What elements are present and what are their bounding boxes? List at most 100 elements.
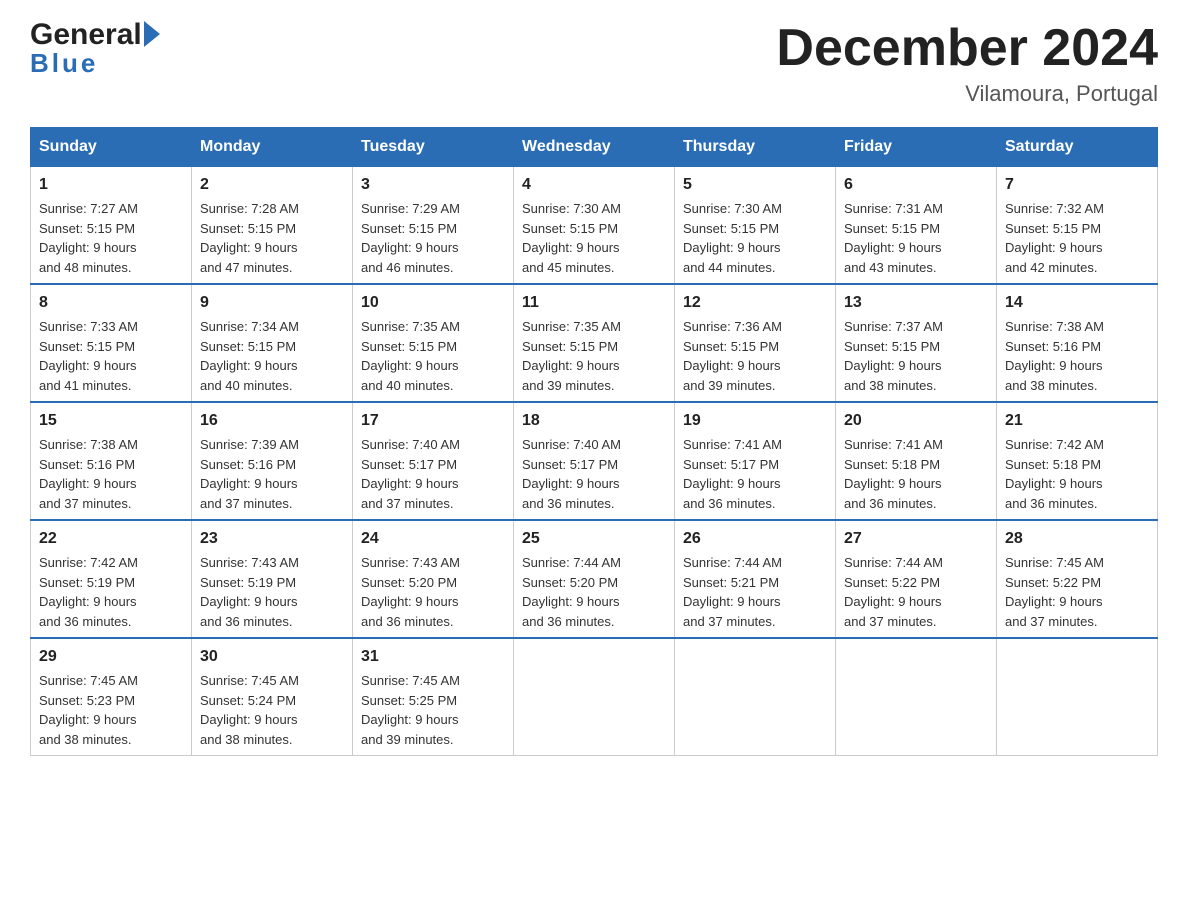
calendar-week-row: 15 Sunrise: 7:38 AM Sunset: 5:16 PM Dayl… [31,402,1158,520]
day-number: 5 [683,173,827,197]
day-number: 12 [683,291,827,315]
day-sunrise: Sunrise: 7:41 AM [844,437,943,452]
calendar-day-cell: 14 Sunrise: 7:38 AM Sunset: 5:16 PM Dayl… [997,284,1158,402]
day-sunrise: Sunrise: 7:42 AM [39,555,138,570]
day-number: 4 [522,173,666,197]
day-number: 9 [200,291,344,315]
page-header: General Blue December 2024 Vilamoura, Po… [30,20,1158,107]
day-daylight-cont: and 36 minutes. [361,614,454,629]
day-daylight: Daylight: 9 hours [1005,358,1103,373]
day-daylight: Daylight: 9 hours [683,240,781,255]
day-sunrise: Sunrise: 7:38 AM [39,437,138,452]
title-section: December 2024 Vilamoura, Portugal [776,20,1158,107]
calendar-day-cell: 28 Sunrise: 7:45 AM Sunset: 5:22 PM Dayl… [997,520,1158,638]
day-daylight-cont: and 36 minutes. [39,614,132,629]
day-number: 31 [361,645,505,669]
day-sunrise: Sunrise: 7:37 AM [844,319,943,334]
day-sunrise: Sunrise: 7:35 AM [522,319,621,334]
day-sunset: Sunset: 5:15 PM [200,339,296,354]
day-sunset: Sunset: 5:15 PM [361,221,457,236]
calendar-day-cell: 24 Sunrise: 7:43 AM Sunset: 5:20 PM Dayl… [353,520,514,638]
day-daylight: Daylight: 9 hours [200,240,298,255]
calendar-day-cell: 12 Sunrise: 7:36 AM Sunset: 5:15 PM Dayl… [675,284,836,402]
calendar-day-cell: 29 Sunrise: 7:45 AM Sunset: 5:23 PM Dayl… [31,638,192,756]
day-daylight: Daylight: 9 hours [844,594,942,609]
logo-arrow-icon [144,21,160,47]
day-daylight-cont: and 36 minutes. [522,614,615,629]
calendar-day-cell [514,638,675,756]
day-number: 22 [39,527,183,551]
day-number: 10 [361,291,505,315]
day-sunrise: Sunrise: 7:39 AM [200,437,299,452]
calendar-header: Sunday Monday Tuesday Wednesday Thursday… [31,128,1158,167]
day-sunset: Sunset: 5:15 PM [522,221,618,236]
day-sunset: Sunset: 5:15 PM [522,339,618,354]
day-sunset: Sunset: 5:23 PM [39,693,135,708]
calendar-week-row: 1 Sunrise: 7:27 AM Sunset: 5:15 PM Dayli… [31,167,1158,285]
calendar-day-cell: 11 Sunrise: 7:35 AM Sunset: 5:15 PM Dayl… [514,284,675,402]
day-sunset: Sunset: 5:17 PM [683,457,779,472]
day-sunset: Sunset: 5:15 PM [683,221,779,236]
day-daylight: Daylight: 9 hours [1005,240,1103,255]
day-sunrise: Sunrise: 7:33 AM [39,319,138,334]
day-daylight: Daylight: 9 hours [1005,476,1103,491]
day-daylight-cont: and 37 minutes. [361,496,454,511]
calendar-body: 1 Sunrise: 7:27 AM Sunset: 5:15 PM Dayli… [31,167,1158,756]
day-daylight-cont: and 36 minutes. [844,496,937,511]
day-daylight: Daylight: 9 hours [522,476,620,491]
day-number: 24 [361,527,505,551]
day-sunset: Sunset: 5:22 PM [1005,575,1101,590]
col-monday: Monday [192,128,353,167]
calendar-day-cell: 7 Sunrise: 7:32 AM Sunset: 5:15 PM Dayli… [997,167,1158,285]
day-daylight: Daylight: 9 hours [39,358,137,373]
logo-row1: General [30,20,160,50]
calendar-day-cell: 31 Sunrise: 7:45 AM Sunset: 5:25 PM Dayl… [353,638,514,756]
day-sunset: Sunset: 5:20 PM [361,575,457,590]
day-sunrise: Sunrise: 7:31 AM [844,201,943,216]
day-daylight-cont: and 46 minutes. [361,260,454,275]
calendar-day-cell: 18 Sunrise: 7:40 AM Sunset: 5:17 PM Dayl… [514,402,675,520]
day-sunset: Sunset: 5:16 PM [1005,339,1101,354]
day-sunrise: Sunrise: 7:44 AM [683,555,782,570]
day-number: 7 [1005,173,1149,197]
day-number: 25 [522,527,666,551]
day-daylight: Daylight: 9 hours [361,594,459,609]
day-sunrise: Sunrise: 7:27 AM [39,201,138,216]
day-number: 17 [361,409,505,433]
day-daylight: Daylight: 9 hours [39,594,137,609]
day-sunset: Sunset: 5:24 PM [200,693,296,708]
day-daylight: Daylight: 9 hours [361,240,459,255]
day-number: 19 [683,409,827,433]
day-sunset: Sunset: 5:25 PM [361,693,457,708]
calendar-day-cell [675,638,836,756]
day-sunset: Sunset: 5:19 PM [200,575,296,590]
calendar-day-cell: 5 Sunrise: 7:30 AM Sunset: 5:15 PM Dayli… [675,167,836,285]
day-daylight-cont: and 43 minutes. [844,260,937,275]
day-sunrise: Sunrise: 7:35 AM [361,319,460,334]
calendar-day-cell: 3 Sunrise: 7:29 AM Sunset: 5:15 PM Dayli… [353,167,514,285]
calendar-table: Sunday Monday Tuesday Wednesday Thursday… [30,127,1158,756]
day-sunset: Sunset: 5:15 PM [39,339,135,354]
day-number: 21 [1005,409,1149,433]
day-daylight-cont: and 38 minutes. [200,732,293,747]
day-number: 13 [844,291,988,315]
day-sunrise: Sunrise: 7:41 AM [683,437,782,452]
header-row: Sunday Monday Tuesday Wednesday Thursday… [31,128,1158,167]
day-daylight: Daylight: 9 hours [361,476,459,491]
day-number: 20 [844,409,988,433]
calendar-day-cell: 2 Sunrise: 7:28 AM Sunset: 5:15 PM Dayli… [192,167,353,285]
location-subtitle: Vilamoura, Portugal [776,81,1158,107]
day-sunrise: Sunrise: 7:45 AM [1005,555,1104,570]
day-sunrise: Sunrise: 7:44 AM [522,555,621,570]
day-sunrise: Sunrise: 7:30 AM [522,201,621,216]
day-sunset: Sunset: 5:18 PM [1005,457,1101,472]
day-sunset: Sunset: 5:15 PM [200,221,296,236]
logo-blue-text: Blue [30,50,98,76]
day-daylight-cont: and 37 minutes. [683,614,776,629]
col-friday: Friday [836,128,997,167]
day-sunrise: Sunrise: 7:40 AM [361,437,460,452]
logo-general-text: General [30,20,142,50]
day-number: 15 [39,409,183,433]
day-sunset: Sunset: 5:17 PM [361,457,457,472]
day-daylight-cont: and 39 minutes. [683,378,776,393]
